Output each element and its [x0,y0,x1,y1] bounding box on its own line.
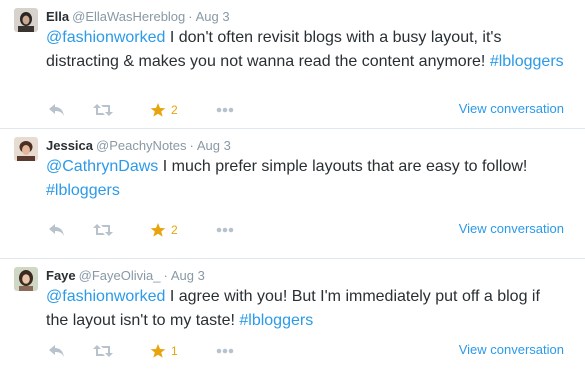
favorite-button[interactable]: 2 [150,220,178,240]
avatar[interactable] [14,137,38,161]
more-button[interactable] [216,341,234,361]
view-conversation-link[interactable]: View conversation [459,221,564,236]
tweet-actions: 2 View conversation [46,100,576,120]
timestamp[interactable]: Aug 3 [197,138,231,153]
author-name[interactable]: Faye [46,268,76,283]
author-name[interactable]: Ella [46,9,69,24]
mention-link[interactable]: @fashionworked [46,29,165,46]
mention-link[interactable]: @fashionworked [46,288,165,305]
reply-icon [49,104,64,116]
reply-button[interactable] [48,100,66,120]
author-name[interactable]: Jessica [46,138,93,153]
author-handle[interactable]: @PeachyNotes [96,138,187,153]
tweet-actions: 2 View conversation [46,220,576,240]
avatar[interactable] [14,267,38,291]
tweet-actions: 1 View conversation [46,341,576,361]
more-button[interactable] [216,220,234,240]
favorite-count: 2 [171,103,178,117]
timestamp[interactable]: Aug 3 [196,9,230,24]
retweet-icon [93,104,113,116]
more-icon [216,107,234,113]
favorite-button[interactable]: 1 [150,341,178,361]
retweet-button[interactable] [92,341,114,361]
retweet-button[interactable] [92,100,114,120]
tweet-header: Faye @FayeOlivia_ · Aug 3 [46,268,205,284]
separator: · [163,268,168,283]
star-icon [150,223,166,237]
hashtag-link[interactable]: #lbloggers [239,312,313,329]
tweet: Ella @EllaWasHereblog · Aug 3 @fashionworke… [0,0,585,129]
view-conversation-link[interactable]: View conversation [459,342,564,357]
reply-icon [49,224,64,236]
author-handle[interactable]: @FayeOlivia_ [79,268,161,283]
tweet: Faye @FayeOlivia_ · Aug 3 @fashionworked I … [0,259,585,377]
separator: · [188,9,193,24]
star-icon [150,103,166,117]
favorite-button[interactable]: 2 [150,100,178,120]
tweet-header: Jessica @PeachyNotes · Aug 3 [46,138,231,154]
tweet-text: @fashionworked I don't often revisit blo… [46,26,566,74]
reply-button[interactable] [48,220,66,240]
more-icon [216,227,234,233]
favorite-count: 1 [171,344,178,358]
star-icon [150,344,166,358]
reply-button[interactable] [48,341,66,361]
retweet-icon [93,345,113,357]
reply-icon [49,345,64,357]
avatar[interactable] [14,8,38,32]
tweet-text: @fashionworked I agree with you! But I'm… [46,285,566,333]
author-handle[interactable]: @EllaWasHereblog [72,9,185,24]
mention-link[interactable]: @CathrynDaws [46,158,158,175]
view-conversation-link[interactable]: View conversation [459,101,564,116]
retweet-button[interactable] [92,220,114,240]
favorite-count: 2 [171,223,178,237]
tweet-body: I much prefer simple layouts that are ea… [158,158,528,175]
timestamp[interactable]: Aug 3 [171,268,205,283]
hashtag-link[interactable]: #lbloggers [490,53,564,70]
tweet-header: Ella @EllaWasHereblog · Aug 3 [46,9,230,25]
more-button[interactable] [216,100,234,120]
hashtag-link[interactable]: #lbloggers [46,182,120,199]
tweet-text: @CathrynDaws I much prefer simple layout… [46,155,566,203]
retweet-icon [93,224,113,236]
more-icon [216,348,234,354]
separator: · [189,138,194,153]
tweet: Jessica @PeachyNotes · Aug 3 @CathrynDaws I… [0,129,585,259]
